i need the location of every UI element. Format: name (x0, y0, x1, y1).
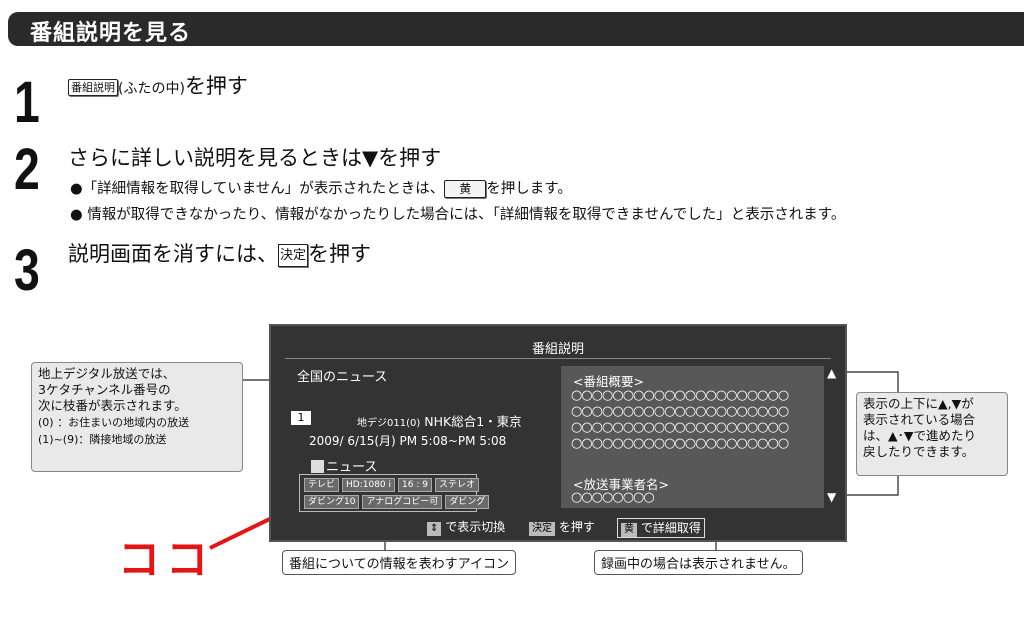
yellow-key-icon: 黄 (621, 523, 637, 537)
genre-icon (311, 460, 324, 473)
broadcast-datetime: 2009/ 6/15(月) PM 5:08~PM 5:08 (309, 434, 507, 448)
scroll-up-icon: ▲ (827, 366, 837, 380)
decide-key-icon: 決定 (529, 522, 555, 536)
branch-number-callout: 地上デジタル放送では、 3ケタチャンネル番号の 次に枝番が表示されます。 (0)… (31, 362, 243, 472)
dubbing-icon: ダビング (445, 495, 490, 509)
hd-icon: HD:1080 i (342, 478, 396, 492)
scroll-down-icon: ▼ (827, 490, 837, 504)
program-title: 全国のニュース (297, 370, 388, 385)
program-info-screen: 番組説明 全国のニュース 1 地デジ011(0) NHK総合1・東京 2009/… (269, 324, 847, 542)
channel-number: 1 (291, 411, 311, 425)
icons-callout: 番組についての情報を表わすアイコン (282, 550, 516, 575)
scroll-arrows-callout: 表示の上下に▲,▼が 表示されている場合 は、▲･▼で進めたり 戻したりできます… (856, 392, 1008, 476)
recording-callout: 録画中の場合は表示されません。 (594, 550, 803, 575)
koko-annotation: ココ (118, 535, 215, 584)
aspect-icon: 16 : 9 (398, 478, 432, 492)
tv-icon: テレビ (304, 478, 340, 492)
program-icons-panel: テレビ HD:1080 i 16 : 9 ステレオ ダビング10 アナログコピー… (299, 474, 490, 512)
channel-info: 地デジ011(0) NHK総合1・東京 (357, 414, 522, 429)
screen-title: 番組説明 (531, 342, 584, 357)
summary-text: ○○○○○○○○○○○○○○○○○○○○○ ○○○○○○○○○○○○○○○○○○… (571, 388, 789, 451)
stereo-icon: ステレオ (434, 478, 479, 492)
broadcaster-text: ○○○○○○○○ (571, 490, 655, 505)
divider (285, 358, 831, 359)
dubbing10-icon: ダビング10 (304, 495, 360, 509)
summary-panel: <番組概要> ○○○○○○○○○○○○○○○○○○○○○ ○○○○○○○○○○○… (561, 366, 824, 508)
genre: ニュース (311, 456, 377, 475)
updown-key-icon: ⇕ (427, 522, 442, 536)
analog-copy-icon: アナログコピー可 (362, 495, 443, 509)
